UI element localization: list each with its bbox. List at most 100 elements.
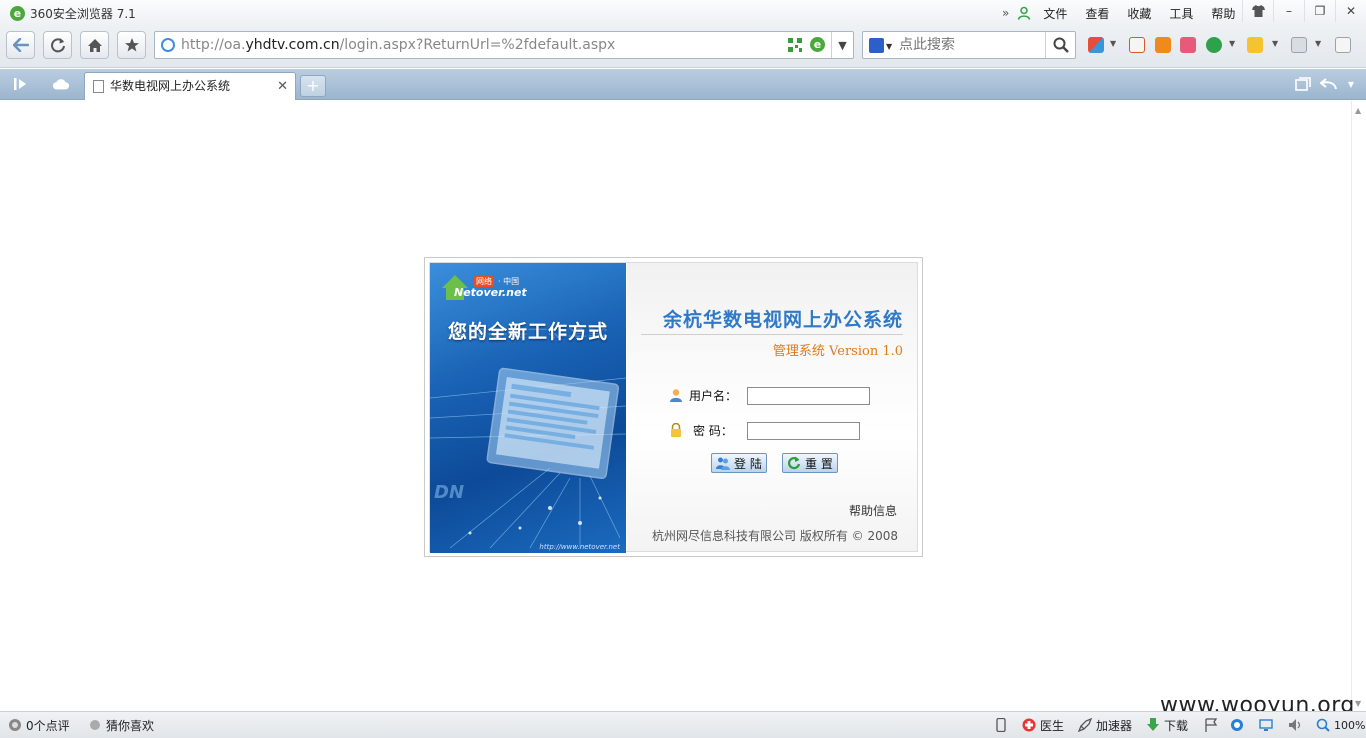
- flag-status[interactable]: [1204, 712, 1222, 738]
- speaker-icon: [1289, 719, 1301, 731]
- comments-count: 0个点评: [26, 718, 70, 733]
- lock-icon: [671, 423, 681, 437]
- sidebar-toggle-icon[interactable]: [12, 76, 30, 92]
- qr-code-icon[interactable]: [788, 38, 802, 52]
- accelerator-label: 加速器: [1096, 718, 1133, 733]
- system-subtitle: 管理系统 Version 1.0: [772, 344, 903, 359]
- star-icon: [124, 38, 139, 52]
- shield-money-icon[interactable]: [1206, 37, 1222, 53]
- scroll-down-icon[interactable]: ▼: [1355, 699, 1361, 708]
- user-icon: [670, 389, 682, 402]
- username-row: 用户名：: [669, 385, 737, 405]
- shirt-icon: [1251, 5, 1265, 17]
- translate-icon[interactable]: [1129, 37, 1145, 53]
- search-engine-paw-icon[interactable]: [869, 38, 884, 53]
- username-input[interactable]: [747, 387, 870, 405]
- cloud-icon[interactable]: [52, 76, 70, 92]
- double-chevron-icon[interactable]: »: [1002, 6, 1009, 20]
- vertical-scrollbar[interactable]: ▲ ▼: [1351, 101, 1366, 711]
- accelerator-status[interactable]: 加速器: [1078, 712, 1132, 738]
- address-url[interactable]: http://oa.yhdtv.com.cn/login.aspx?Return…: [181, 32, 615, 58]
- ie-status[interactable]: [1230, 712, 1248, 738]
- menu-bar: » 文件 查看 收藏 工具 帮助: [1002, 0, 1253, 26]
- search-input[interactable]: [899, 32, 1041, 58]
- menu-tools[interactable]: 工具: [1169, 5, 1193, 22]
- user-account-icon[interactable]: [1017, 6, 1031, 20]
- menu-view[interactable]: 查看: [1085, 5, 1109, 22]
- screenshot-dropdown-icon[interactable]: ▼: [1272, 39, 1278, 48]
- zoom-icon: [1316, 718, 1330, 732]
- phone-icon: [996, 718, 1006, 732]
- download-status[interactable]: 下载: [1146, 712, 1188, 738]
- tab-title: 华数电视网上办公系统: [110, 79, 231, 93]
- title-divider: [641, 334, 903, 335]
- back-button[interactable]: [6, 31, 35, 59]
- menu-file[interactable]: 文件: [1043, 5, 1067, 22]
- doctor-label: 医生: [1040, 718, 1065, 733]
- apps-dropdown-icon[interactable]: ▼: [1110, 39, 1116, 48]
- ie-mode-icon[interactable]: e: [810, 37, 825, 52]
- svg-text:DN: DN: [434, 482, 464, 503]
- favorite-star-button[interactable]: [117, 31, 146, 59]
- flight-icon[interactable]: [1155, 37, 1171, 53]
- login-button-label: 登 陆: [734, 456, 762, 471]
- help-info-link[interactable]: 帮助信息: [849, 502, 897, 519]
- monitor-network-illustration: DN: [430, 367, 626, 548]
- shield-dropdown-icon[interactable]: ▼: [1229, 39, 1235, 48]
- undo-close-tab-icon[interactable]: [1320, 76, 1338, 92]
- status-bar: 0个点评 猜你喜欢 医生 加速器 下载 100%: [0, 711, 1366, 738]
- scroll-up-icon[interactable]: ▲: [1355, 106, 1361, 115]
- refresh-button[interactable]: [43, 31, 72, 59]
- dot-icon: [90, 720, 100, 730]
- reset-refresh-icon: [787, 456, 801, 470]
- address-bar[interactable]: http://oa.yhdtv.com.cn/login.aspx?Return…: [154, 31, 854, 59]
- url-path: /login.aspx?ReturnUrl=%2fdefault.aspx: [339, 37, 616, 53]
- copyright-text: 杭州网尽信息科技有限公司 版权所有 © 2008: [652, 529, 898, 543]
- login-people-icon: [716, 457, 730, 470]
- close-button[interactable]: ✕: [1335, 0, 1366, 22]
- tab-close-icon[interactable]: ✕: [277, 73, 288, 100]
- reset-button[interactable]: 重 置: [782, 453, 838, 473]
- gift-icon[interactable]: [1180, 37, 1196, 53]
- monitor-icon: [1259, 719, 1273, 731]
- restore-button[interactable]: ❐: [1304, 0, 1335, 22]
- minimize-button[interactable]: –: [1273, 0, 1304, 22]
- login-button[interactable]: 登 陆: [711, 453, 767, 473]
- tab-login[interactable]: 华数电视网上办公系统 ✕: [84, 72, 296, 100]
- login-inner: Netover.net 网络 · 中国 您的全新工作方式 您的全新工作方式 DN…: [429, 262, 918, 553]
- address-dropdown-button[interactable]: ▼: [831, 32, 853, 58]
- netover-logo: Netover.net 网络 · 中国: [442, 275, 527, 301]
- search-box: ▼: [862, 31, 1076, 59]
- image-dropdown-icon[interactable]: ▼: [1315, 39, 1321, 48]
- new-tab-button[interactable]: +: [300, 75, 326, 97]
- comment-bubble-icon: [9, 719, 21, 731]
- mobile-status[interactable]: [994, 712, 1012, 738]
- recommend-status[interactable]: 猜你喜欢: [88, 712, 154, 738]
- apps-grid-icon[interactable]: [1088, 37, 1104, 53]
- window-controls: – ❐ ✕: [1242, 0, 1366, 22]
- password-input[interactable]: [747, 422, 860, 440]
- login-panel: Netover.net 网络 · 中国 您的全新工作方式 您的全新工作方式 DN…: [424, 257, 923, 557]
- image-icon[interactable]: [1291, 37, 1307, 53]
- menu-favorites[interactable]: 收藏: [1127, 5, 1151, 22]
- username-label: 用户名：: [689, 388, 738, 403]
- tab-menu-dropdown-icon[interactable]: ▼: [1342, 76, 1360, 92]
- home-button[interactable]: [80, 31, 109, 59]
- comments-status[interactable]: 0个点评: [8, 712, 70, 738]
- search-engine-dropdown-icon[interactable]: ▼: [886, 42, 892, 51]
- password-label: 密 码：: [693, 423, 733, 438]
- screenshot-icon[interactable]: [1247, 37, 1263, 53]
- navigation-toolbar: http://oa.yhdtv.com.cn/login.aspx?Return…: [0, 26, 1366, 68]
- tab-list-icon[interactable]: [1294, 76, 1312, 92]
- search-button[interactable]: [1045, 32, 1075, 58]
- skin-button[interactable]: [1242, 0, 1273, 22]
- gesture-icon[interactable]: [1335, 37, 1351, 53]
- volume-status[interactable]: [1288, 712, 1306, 738]
- doctor-status[interactable]: 医生: [1022, 712, 1064, 738]
- promo-banner: Netover.net 网络 · 中国 您的全新工作方式 您的全新工作方式 DN…: [430, 263, 626, 553]
- recommend-label: 猜你喜欢: [106, 718, 155, 733]
- zoom-status[interactable]: 100%: [1316, 712, 1365, 738]
- monitor-status[interactable]: [1259, 712, 1277, 738]
- title-bar: e 360安全浏览器 7.1 » 文件 查看 收藏 工具 帮助 – ❐ ✕: [0, 0, 1366, 26]
- menu-help[interactable]: 帮助: [1211, 5, 1235, 22]
